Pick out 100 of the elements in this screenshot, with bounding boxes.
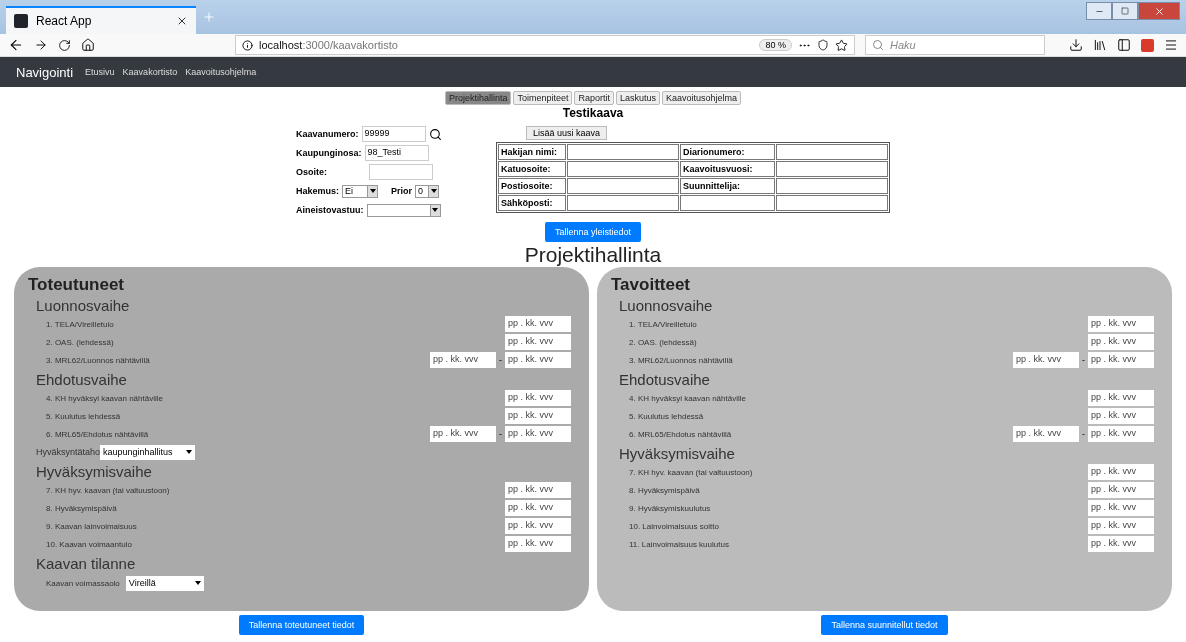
date-field[interactable]: pp . kk. vvv: [505, 518, 571, 534]
minimize-button[interactable]: [1086, 2, 1112, 20]
save-general-button[interactable]: Tallenna yleistiedot: [544, 222, 642, 242]
date-field[interactable]: pp . kk. vvv: [505, 352, 571, 368]
info-icon: [242, 39, 253, 51]
date-field[interactable]: pp . kk. vvv: [1088, 408, 1154, 424]
panel-title: Toteutuneet: [28, 275, 125, 295]
item-label: 11. Lainvoimaisuus kuulutus: [629, 539, 730, 549]
back-icon[interactable]: [8, 37, 24, 53]
section-title: Projektihallinta: [523, 243, 663, 267]
item-label: 2. OAS. (lehdessä): [46, 337, 115, 347]
date-field[interactable]: pp . kk. vvv: [505, 500, 571, 516]
section-heading: Hyväksymisvaihe: [36, 463, 153, 480]
date-field[interactable]: pp . kk. vvv: [1088, 426, 1154, 442]
extension-icon[interactable]: [1141, 38, 1154, 52]
download-icon[interactable]: [1069, 38, 1083, 52]
field-label: Kaavanumero:: [296, 129, 359, 139]
nav-link[interactable]: Kaavakortisto: [122, 67, 178, 77]
dropdown[interactable]: [366, 203, 441, 217]
caret-icon: [432, 208, 438, 212]
tab[interactable]: Toimenpiteet: [513, 91, 573, 105]
shield-icon[interactable]: [817, 39, 829, 51]
caret-icon: [430, 189, 437, 193]
item-label: Hyväksyntätaho: [36, 447, 101, 457]
input-field[interactable]: [369, 164, 433, 180]
field-label: Prior: [391, 186, 413, 196]
date-field[interactable]: pp . kk. vvv: [1088, 464, 1154, 480]
favicon-icon: [14, 14, 28, 28]
input-field[interactable]: 99999: [361, 126, 426, 142]
url-field[interactable]: localhost:3000/kaavakortisto 80 %: [235, 35, 855, 55]
dropdown[interactable]: Vireillä: [125, 575, 204, 591]
home-icon[interactable]: [81, 38, 95, 52]
table-label: Hakijan nimi:: [498, 144, 566, 160]
table-input[interactable]: [567, 178, 679, 194]
date-field[interactable]: pp . kk. vvv: [1088, 536, 1154, 552]
maximize-icon: [1121, 7, 1129, 15]
section-heading: Luonnosvaihe: [36, 297, 131, 314]
table-input[interactable]: [776, 195, 888, 211]
menu-icon[interactable]: [1164, 38, 1178, 52]
date-field[interactable]: pp . kk. vvv: [505, 426, 571, 442]
star-icon[interactable]: [835, 38, 848, 52]
library-icon[interactable]: [1093, 38, 1107, 52]
caret-icon: [194, 581, 201, 585]
table-input[interactable]: [567, 195, 679, 211]
reload-icon[interactable]: [58, 38, 71, 52]
table-label: Diarionumero:: [680, 144, 775, 160]
table-input[interactable]: [776, 178, 888, 194]
date-field[interactable]: pp . kk. vvv: [1088, 482, 1154, 498]
add-plan-button[interactable]: Lisää uusi kaava: [526, 126, 608, 140]
item-label: 9. Hyväksymiskuulutus: [629, 503, 712, 513]
date-field[interactable]: pp . kk. vvv: [1088, 316, 1154, 332]
maximize-button[interactable]: [1112, 2, 1138, 20]
browser-tab[interactable]: React App: [6, 6, 196, 34]
table-input[interactable]: [776, 144, 888, 160]
date-field[interactable]: pp . kk. vvv: [430, 352, 496, 368]
table-input[interactable]: [776, 161, 888, 177]
date-field[interactable]: pp . kk. vvv: [1013, 426, 1079, 442]
dropdown[interactable]: kaupunginhallitus: [100, 444, 196, 460]
date-field[interactable]: pp . kk. vvv: [505, 536, 571, 552]
input-field[interactable]: 98_Testi: [364, 145, 429, 161]
tab[interactable]: Raportit: [574, 91, 614, 105]
nav-link[interactable]: Kaavoitusohjelma: [185, 67, 257, 77]
date-field[interactable]: pp . kk. vvv: [1088, 352, 1154, 368]
zoom-badge[interactable]: 80 %: [759, 39, 792, 51]
sidebar-icon[interactable]: [1117, 38, 1131, 52]
save-button[interactable]: Tallenna toteutuneet tiedot: [238, 615, 365, 635]
date-field[interactable]: pp . kk. vvv: [430, 426, 496, 442]
dropdown[interactable]: Ei: [342, 184, 379, 198]
search-field[interactable]: Haku: [865, 35, 1045, 55]
date-field[interactable]: pp . kk. vvv: [1088, 390, 1154, 406]
date-field[interactable]: pp . kk. vvv: [1088, 334, 1154, 350]
table-label: Postiosoite:: [498, 178, 566, 194]
field-label: Aineistovastuu:: [296, 205, 364, 215]
forward-icon[interactable]: [34, 38, 48, 52]
item-label: 10. Lainvoimaisuus soitto: [629, 521, 720, 531]
close-icon[interactable]: [176, 15, 188, 27]
date-field[interactable]: pp . kk. vvv: [1013, 352, 1079, 368]
item-label: 1. TELA/Vireilletulo: [629, 319, 698, 329]
table-input[interactable]: [567, 144, 679, 160]
section-heading: Luonnosvaihe: [619, 297, 714, 314]
date-field[interactable]: pp . kk. vvv: [505, 390, 571, 406]
date-field[interactable]: pp . kk. vvv: [505, 408, 571, 424]
tab[interactable]: Kaavoitusohjelma: [662, 91, 742, 105]
date-field[interactable]: pp . kk. vvv: [1088, 518, 1154, 534]
date-field[interactable]: pp . kk. vvv: [505, 334, 571, 350]
save-button[interactable]: Tallenna suunnitellut tiedot: [821, 615, 948, 635]
item-label: 5. Kuulutus lehdessä: [46, 411, 122, 421]
nav-brand[interactable]: Navigointi: [16, 64, 74, 80]
table-input[interactable]: [567, 161, 679, 177]
date-field[interactable]: pp . kk. vvv: [505, 316, 571, 332]
tab[interactable]: Projektihallinta: [444, 91, 512, 105]
search-icon[interactable]: [428, 127, 442, 141]
item-label: 3. MRL62/Luonnos nähtävillä: [629, 355, 734, 365]
table-label: Suunnittelija:: [680, 178, 775, 194]
nav-link[interactable]: Etusivu: [85, 67, 115, 77]
tab[interactable]: Laskutus: [616, 91, 661, 105]
table-label: Katuosoite:: [498, 161, 566, 177]
dropdown[interactable]: 0: [415, 184, 440, 198]
date-field[interactable]: pp . kk. vvv: [505, 482, 571, 498]
date-field[interactable]: pp . kk. vvv: [1088, 500, 1154, 516]
